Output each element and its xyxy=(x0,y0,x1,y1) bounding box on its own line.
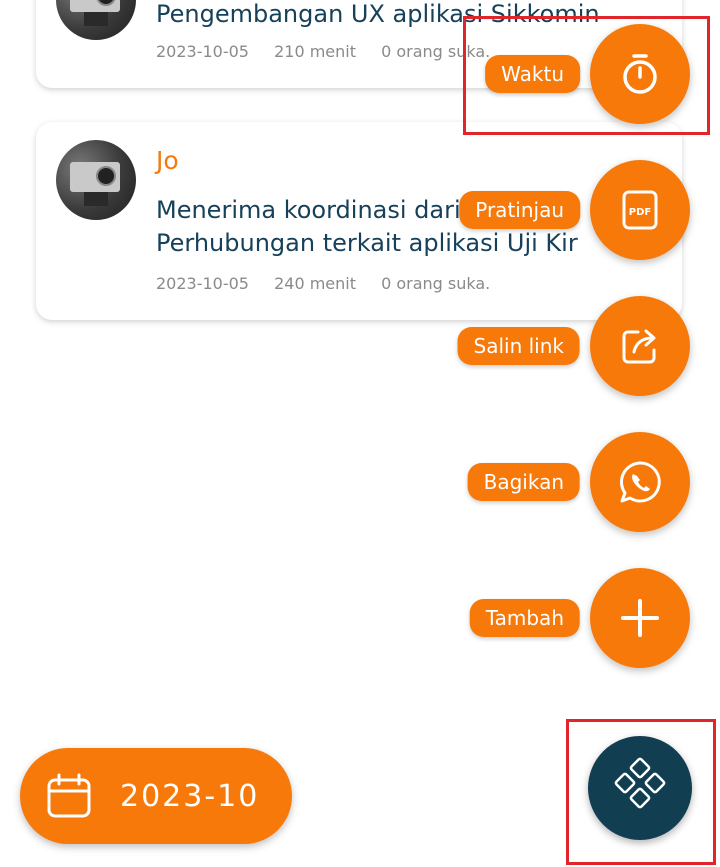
author-name: Jo xyxy=(156,146,179,175)
likes-text: 0 orang suka. xyxy=(381,274,491,293)
avatar xyxy=(56,140,136,220)
pratinjau-button[interactable]: PDF xyxy=(590,160,690,260)
salin-link-button[interactable] xyxy=(590,296,690,396)
whatsapp-icon xyxy=(620,461,661,503)
pdf-icon: PDF xyxy=(622,190,658,230)
bagikan-button[interactable] xyxy=(590,432,690,532)
duration-text: 240 menit xyxy=(274,274,356,293)
month-value: 2023-10 xyxy=(120,778,260,814)
salin-link-label[interactable]: Salin link xyxy=(457,327,580,365)
date-text: 2023-10-05 xyxy=(156,42,249,61)
highlight-box-waktu xyxy=(463,16,710,135)
tambah-label[interactable]: Tambah xyxy=(469,599,580,637)
plus-icon xyxy=(621,599,659,637)
avatar xyxy=(56,0,136,40)
date-text: 2023-10-05 xyxy=(156,274,249,293)
card-meta: 2023-10-05 210 menit 0 orang suka. xyxy=(156,42,510,61)
share-icon xyxy=(622,329,656,364)
duration-text: 210 menit xyxy=(274,42,356,61)
bagikan-label[interactable]: Bagikan xyxy=(467,463,580,501)
highlight-box-toggle xyxy=(566,719,716,865)
pratinjau-label[interactable]: Pratinjau xyxy=(459,191,580,229)
svg-text:PDF: PDF xyxy=(629,207,651,218)
calendar-icon xyxy=(47,773,91,818)
month-selector-button[interactable]: 2023-10 xyxy=(20,748,292,844)
tambah-button[interactable] xyxy=(590,568,690,668)
card-meta: 2023-10-05 240 menit 0 orang suka. xyxy=(156,274,510,293)
activity-card[interactable]: Jo Menerima koordinasi dari Dinas Perhub… xyxy=(36,122,682,320)
